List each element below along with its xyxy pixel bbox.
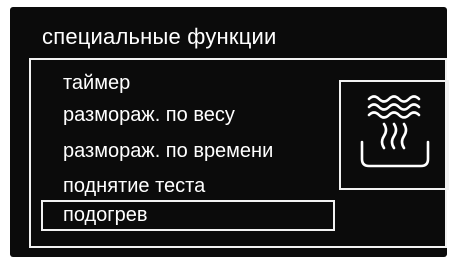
menu-item-dough-proofing[interactable]: поднятие теста (63, 173, 205, 199)
menu-item-defrost-by-weight[interactable]: размораж. по весу (63, 102, 235, 128)
menu-item-reheat[interactable]: подогрев (41, 200, 335, 231)
function-preview-box (339, 80, 449, 190)
reheat-steam-bowl-icon (360, 95, 430, 168)
display-screen: специальные функции таймер размораж. по … (10, 7, 449, 257)
menu-item-defrost-by-time[interactable]: размораж. по времени (63, 138, 273, 164)
screen-title: специальные функции (42, 24, 277, 49)
menu-item-timer[interactable]: таймер (63, 70, 130, 96)
